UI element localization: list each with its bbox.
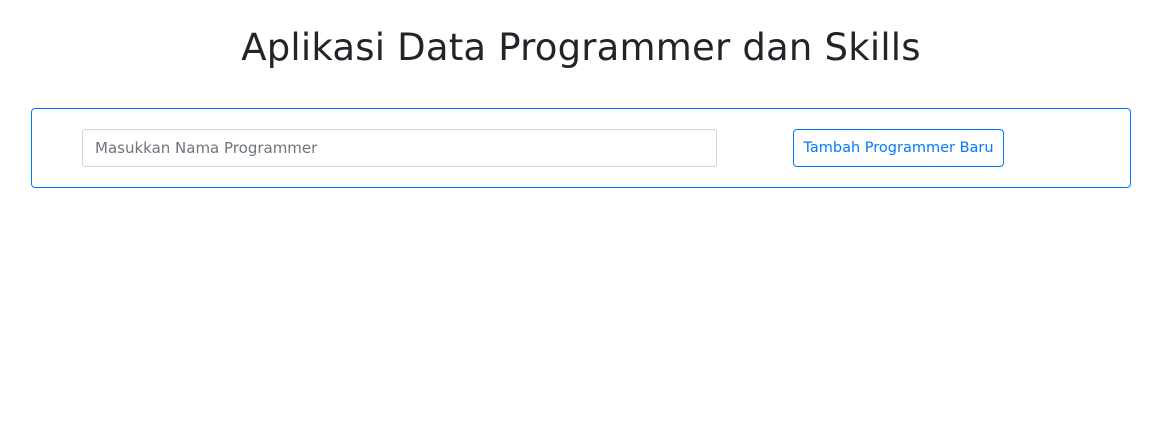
add-programmer-button[interactable]: Tambah Programmer Baru [793,129,1004,167]
page-title: Aplikasi Data Programmer dan Skills [241,26,921,69]
page: Aplikasi Data Programmer dan Skills Tamb… [0,0,1176,441]
programmer-name-input[interactable] [82,129,717,167]
add-programmer-card: Tambah Programmer Baru [31,108,1131,188]
